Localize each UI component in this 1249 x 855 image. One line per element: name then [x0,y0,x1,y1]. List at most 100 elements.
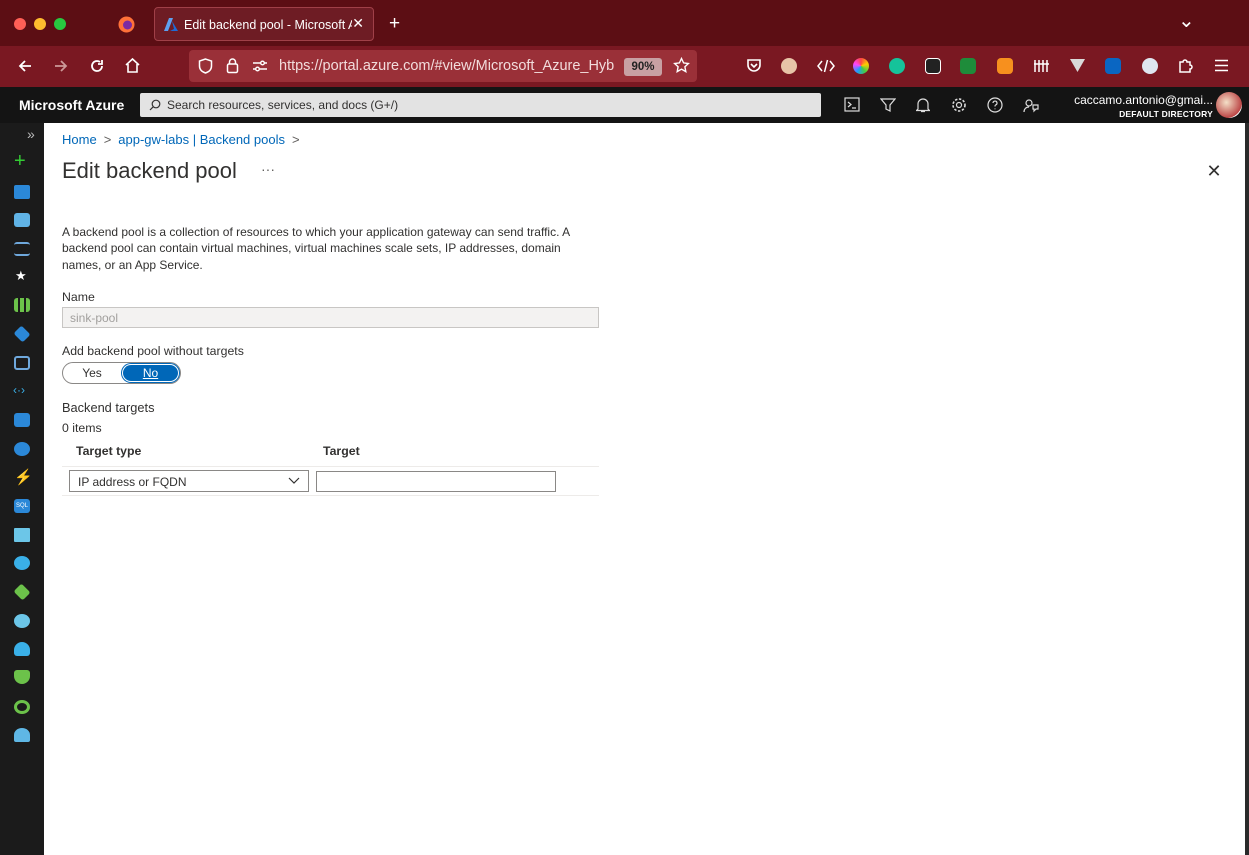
close-blade-button[interactable]: ✕ [1204,161,1224,182]
security-center-icon[interactable] [14,670,30,684]
reload-icon[interactable] [89,58,105,74]
without-targets-toggle: Yes No [62,362,181,384]
bookmark-star-icon[interactable] [673,57,690,74]
expand-sidebar-icon[interactable]: » [27,126,35,142]
name-field: sink-pool [62,307,599,328]
page-description: A backend pool is a collection of resour… [62,225,570,272]
url-bar[interactable]: https://portal.azure.com/#view/Microsoft… [189,50,697,82]
minimize-window-button[interactable] [34,18,46,30]
table-row-divider [62,495,599,496]
list-tabs-icon[interactable]: ⌄ [1178,8,1195,33]
whatsapp-extension-icon[interactable] [960,58,976,74]
extensions-puzzle-icon[interactable] [1178,57,1194,74]
name-label: Name [62,290,95,304]
home-icon[interactable] [124,57,141,74]
shield-icon[interactable] [198,58,213,74]
items-count: 0 items [62,421,102,435]
search-icon [149,99,161,111]
linkedin-icon[interactable] [1105,58,1121,74]
lock-icon[interactable] [226,57,239,74]
account-menu[interactable]: caccamo.antonio@gmai... DEFAULT DIRECTOR… [1074,93,1213,119]
new-tab-button[interactable]: + [389,13,400,35]
resource-groups-icon[interactable] [13,325,31,343]
help-support-icon[interactable] [14,728,30,742]
menu-icon[interactable] [1214,59,1229,72]
color-picker-icon[interactable] [853,58,869,74]
cloud-shell-icon[interactable] [844,97,860,112]
more-options-icon[interactable]: ··· [261,161,275,177]
window-edge [1245,123,1249,855]
forward-icon[interactable] [53,58,69,74]
user-directory: DEFAULT DIRECTORY [1119,109,1213,119]
target-type-value: IP address or FQDN [78,475,187,489]
cost-management-icon[interactable] [14,700,30,714]
tab-title: Edit backend pool - Microsoft Azure [184,18,352,32]
home-sidebar-icon[interactable] [14,185,30,199]
back-icon[interactable] [17,58,33,74]
virtual-networks-icon[interactable]: ‹·› [13,383,25,397]
grammarly-icon[interactable] [889,58,905,74]
password-manager-icon[interactable] [1142,58,1158,74]
breadcrumb-backend-pools[interactable]: app-gw-labs | Backend pools [118,132,285,147]
settings-icon[interactable] [951,97,967,113]
azure-icon [164,18,178,31]
g-extension-icon[interactable] [997,58,1013,74]
firefox-icon[interactable] [118,16,135,33]
virtual-machines-icon[interactable] [14,413,30,427]
ruler-extension-icon[interactable] [1033,58,1050,74]
tab-close-icon[interactable]: ✕ [352,15,364,32]
global-search[interactable]: Search resources, services, and docs (G+… [140,93,821,117]
vue-devtools-icon[interactable] [1069,58,1086,73]
column-header-target-type: Target type [76,444,142,458]
maximize-window-button[interactable] [54,18,66,30]
zoom-indicator[interactable]: 90% [624,58,662,76]
storage-accounts-icon[interactable] [14,528,30,542]
breadcrumb-separator: > [103,132,112,147]
create-resource-icon[interactable]: + [14,151,26,171]
feedback-icon[interactable] [1023,97,1039,113]
target-type-dropdown[interactable]: IP address or FQDN [69,470,309,492]
toggle-yes-option[interactable]: Yes [63,363,121,383]
pocket-icon[interactable] [746,58,762,73]
target-input[interactable] [316,471,556,492]
toggle-no-option[interactable]: No [123,365,178,381]
close-window-button[interactable] [14,18,26,30]
navigation-bar: https://portal.azure.com/#view/Microsoft… [0,46,1249,87]
cosmos-db-icon[interactable] [14,442,30,456]
breadcrumb-separator: > [291,132,300,147]
directory-filter-icon[interactable] [880,97,896,113]
favorites-star-icon[interactable]: ★ [15,268,27,284]
advisor-icon[interactable] [14,642,30,656]
without-targets-label: Add backend pool without targets [62,344,244,358]
main-content: Home > app-gw-labs | Backend pools > Edit b… [44,123,1245,855]
monitor-icon[interactable] [14,614,30,628]
chevron-down-icon [288,477,300,484]
permissions-icon[interactable] [252,60,268,72]
breadcrumb-home[interactable]: Home [62,132,97,147]
url-text: https://portal.azure.com/#view/Microsoft… [279,58,615,74]
tab-bar: Edit backend pool - Microsoft Azure ✕ + … [0,0,1249,46]
reader-extension-icon[interactable] [925,58,941,74]
portal-sidebar: » + ★ ‹·› ⚡ SQL [0,123,44,855]
notifications-icon[interactable] [916,97,930,113]
all-resources-icon[interactable] [14,298,30,312]
breadcrumb: Home > app-gw-labs | Backend pools > [62,132,307,147]
sql-database-icon[interactable]: SQL [14,499,30,513]
extension-avatar-icon[interactable] [781,58,797,74]
help-icon[interactable] [987,97,1003,113]
devtools-code-icon[interactable] [817,58,835,74]
tab-edit-backend-pool[interactable]: Edit backend pool - Microsoft Azure ✕ [154,7,374,41]
user-email: caccamo.antonio@gmai... [1074,93,1213,107]
search-placeholder: Search resources, services, and docs (G+… [167,98,399,112]
browser-window: Edit backend pool - Microsoft Azure ✕ + … [0,0,1249,855]
azure-brand[interactable]: Microsoft Azure [19,97,124,113]
load-balancer-icon[interactable] [13,583,31,601]
kubernetes-icon[interactable] [14,556,30,570]
function-app-icon[interactable]: ⚡ [14,468,33,486]
table-divider [62,466,599,467]
avatar[interactable] [1216,92,1242,118]
all-services-icon[interactable] [14,242,30,256]
backend-targets-label: Backend targets [62,400,155,415]
dashboard-icon[interactable] [14,213,30,227]
app-services-icon[interactable] [14,356,30,370]
